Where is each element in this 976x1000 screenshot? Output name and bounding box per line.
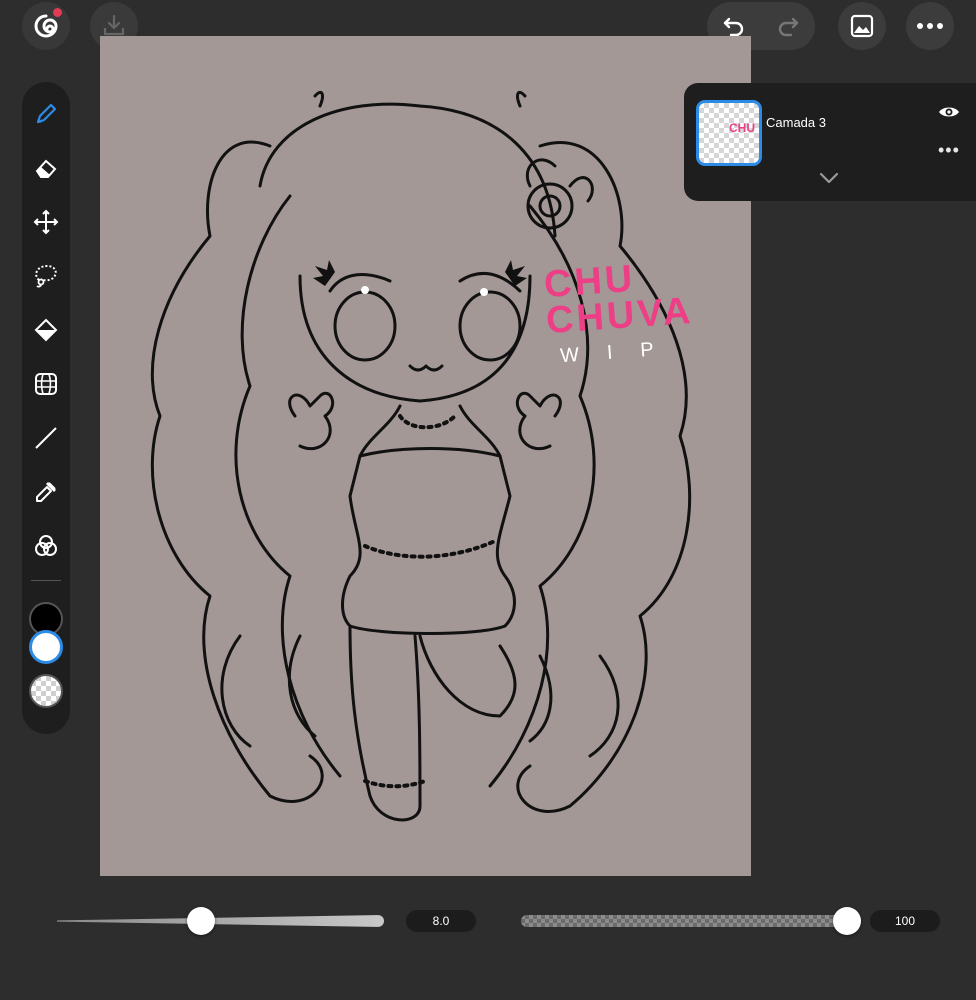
perspective-tool[interactable]	[26, 364, 66, 404]
more-options-button[interactable]	[906, 2, 954, 50]
secondary-color-swatch[interactable]	[29, 630, 63, 664]
gallery-button[interactable]	[838, 2, 886, 50]
image-gallery-icon	[850, 14, 874, 38]
notification-dot	[53, 8, 62, 17]
fill-tool[interactable]	[26, 310, 66, 350]
eyedropper-icon	[36, 482, 56, 502]
line-art-drawing	[150, 90, 692, 822]
color-circles-icon	[35, 535, 57, 556]
redo-arrow-icon[interactable]	[775, 13, 801, 39]
eyedropper-tool[interactable]	[26, 472, 66, 512]
brush-opacity-value[interactable]: 100	[870, 910, 940, 932]
eye-icon[interactable]	[938, 105, 960, 119]
eraser-tool[interactable]	[26, 148, 66, 188]
blend-tool[interactable]	[26, 526, 66, 566]
thumbnail-watermark: CHU	[729, 121, 755, 135]
brush-size-slider[interactable]	[57, 915, 384, 927]
brush-opacity-slider[interactable]	[521, 915, 851, 927]
eraser-icon	[35, 159, 57, 178]
more-dots-icon	[917, 23, 943, 29]
layer-thumbnail[interactable]: CHU	[696, 100, 762, 166]
brush-opacity-slider-thumb[interactable]	[833, 907, 861, 935]
chevron-down-icon[interactable]	[818, 171, 840, 185]
drawing-canvas[interactable]: CHU CHUVA WIP	[100, 36, 751, 876]
brush-tool[interactable]	[26, 94, 66, 134]
lasso-tool[interactable]	[26, 256, 66, 296]
layer-name[interactable]: Camada 3	[766, 115, 826, 130]
brush-size-value[interactable]: 8.0	[406, 910, 476, 932]
line-tool[interactable]	[26, 418, 66, 458]
transform-tool[interactable]	[26, 202, 66, 242]
toolbar-divider	[31, 580, 61, 581]
layer-panel: CHU Camada 3 •••	[684, 83, 976, 201]
line-icon	[35, 427, 57, 449]
transparent-color-swatch[interactable]	[29, 674, 63, 708]
pen-icon	[36, 103, 57, 124]
app-logo-button[interactable]	[22, 2, 70, 50]
tool-bar	[22, 82, 70, 734]
layer-options-icon[interactable]: •••	[938, 141, 960, 159]
brush-size-slider-thumb[interactable]	[186, 907, 215, 935]
lasso-icon	[35, 264, 57, 288]
paint-bucket-icon	[34, 318, 58, 342]
move-arrows-icon	[33, 209, 59, 235]
perspective-grid-icon	[35, 373, 57, 395]
